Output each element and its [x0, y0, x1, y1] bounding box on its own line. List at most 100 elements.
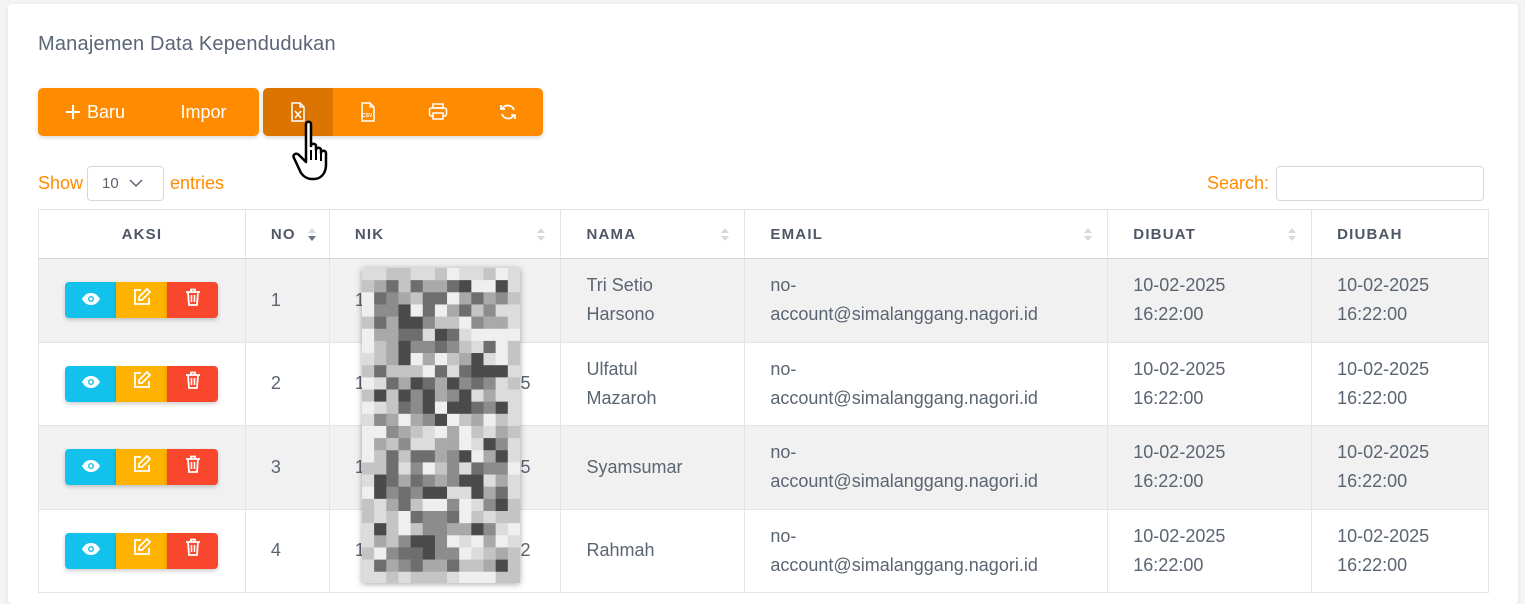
- sort-icon: [720, 224, 730, 244]
- created-cell: 10-02-2025 16:22:00: [1107, 425, 1313, 510]
- nama-cell: Syamsumar: [560, 425, 746, 510]
- edit-icon: [133, 369, 152, 398]
- updated-time: 16:22:00: [1337, 304, 1408, 325]
- edit-button[interactable]: [116, 282, 168, 319]
- add-new-label: Baru: [86, 101, 126, 122]
- trash-icon: [185, 369, 201, 398]
- print-button[interactable]: [403, 88, 473, 136]
- view-button[interactable]: [65, 365, 117, 402]
- created-time: 16:22:00: [1133, 304, 1204, 325]
- print-icon: [428, 103, 448, 121]
- email-cell: no-account@simalanggang.nagori.id: [744, 508, 1109, 593]
- table-row: 4 12 Rahmah no-account@simalanggang.nago…: [38, 508, 1489, 593]
- email-line: account@simalanggang.nagori.id: [770, 554, 1038, 575]
- sort-desc-icon: [307, 224, 317, 244]
- page-title: Manajemen Data Kependudukan: [38, 33, 336, 55]
- view-button[interactable]: [65, 532, 117, 569]
- nama-cell: Tri Setio Harsono: [560, 258, 746, 343]
- nik-tail: 5: [520, 456, 531, 477]
- updated-date: 10-02-2025: [1337, 275, 1430, 296]
- email-cell: no-account@simalanggang.nagori.id: [744, 258, 1109, 343]
- trash-icon: [185, 453, 201, 482]
- created-date: 10-02-2025: [1133, 358, 1226, 379]
- updated-cell: 10-02-2025 16:22:00: [1311, 508, 1489, 593]
- updated-date: 10-02-2025: [1337, 442, 1430, 463]
- trash-icon: [185, 536, 201, 565]
- search-input[interactable]: [1276, 166, 1485, 201]
- row-number: 1: [244, 258, 330, 343]
- sort-icon: [1287, 224, 1297, 244]
- column-header-no[interactable]: NO: [244, 209, 330, 259]
- search-label: Search:: [1207, 173, 1270, 193]
- row-actions: [39, 365, 245, 402]
- import-button[interactable]: Impor: [148, 88, 259, 136]
- toolbar: Baru Impor CSV: [38, 88, 543, 136]
- nama-line: Tri Setio: [586, 275, 653, 296]
- updated-time: 16:22:00: [1337, 471, 1408, 492]
- delete-button[interactable]: [167, 532, 219, 569]
- export-csv-button[interactable]: CSV: [333, 88, 403, 136]
- table-row: 1 1 Tri Setio Harsono no-account@simalang…: [38, 258, 1489, 343]
- view-button[interactable]: [65, 282, 117, 319]
- refresh-icon: [499, 103, 517, 121]
- nama-line: Mazaroh: [586, 387, 657, 408]
- edit-button[interactable]: [116, 532, 168, 569]
- column-header-nik[interactable]: NIK: [328, 209, 562, 259]
- delete-button[interactable]: [167, 449, 219, 486]
- eye-icon: [81, 453, 101, 482]
- created-time: 16:22:00: [1133, 471, 1204, 492]
- updated-date: 10-02-2025: [1337, 525, 1430, 546]
- table-row: 2 15 Ulfatul Mazaroh no-account@simalangg…: [38, 341, 1489, 426]
- actions-cell: [38, 258, 246, 343]
- nama-cell: Rahmah: [560, 508, 746, 593]
- edit-icon: [133, 286, 152, 315]
- updated-time: 16:22:00: [1337, 387, 1408, 408]
- table-header-row: AKSI NO NIK NAMA EMAIL DIBUAT DIUBAH: [38, 209, 1489, 259]
- hand-pointer-cursor-icon: [292, 120, 342, 182]
- row-actions: [39, 532, 245, 569]
- column-header-diubah[interactable]: DIUBAH: [1311, 209, 1489, 259]
- delete-button[interactable]: [167, 365, 219, 402]
- page-length-select[interactable]: 10: [87, 166, 165, 201]
- eye-icon: [81, 286, 101, 315]
- view-button[interactable]: [65, 449, 117, 486]
- email-line: no-: [770, 275, 797, 296]
- search-control: Search:: [1207, 166, 1485, 201]
- created-date: 10-02-2025: [1133, 442, 1226, 463]
- created-time: 16:22:00: [1133, 554, 1204, 575]
- sort-icon: [536, 224, 546, 244]
- nama-line: Rahmah: [586, 540, 655, 561]
- email-line: account@simalanggang.nagori.id: [770, 304, 1038, 325]
- delete-button[interactable]: [167, 282, 219, 319]
- add-new-button[interactable]: Baru: [38, 88, 148, 136]
- redaction-mosaic: [362, 268, 520, 583]
- data-table: AKSI NO NIK NAMA EMAIL DIBUAT DIUBAH 1 1…: [38, 209, 1489, 593]
- column-header-nama[interactable]: NAMA: [560, 209, 746, 259]
- column-header-no-label: NO: [270, 225, 296, 243]
- csv-file-icon: CSV: [359, 102, 377, 122]
- created-cell: 10-02-2025 16:22:00: [1107, 508, 1313, 593]
- column-header-dibuat[interactable]: DIBUAT: [1107, 209, 1313, 259]
- edit-button[interactable]: [116, 449, 168, 486]
- edit-button[interactable]: [116, 365, 168, 402]
- created-time: 16:22:00: [1133, 387, 1204, 408]
- column-header-email[interactable]: EMAIL: [744, 209, 1109, 259]
- nama-line: Ulfatul: [586, 358, 638, 379]
- updated-date: 10-02-2025: [1337, 358, 1430, 379]
- created-cell: 10-02-2025 16:22:00: [1107, 341, 1313, 426]
- actions-cell: [38, 341, 246, 426]
- email-line: account@simalanggang.nagori.id: [770, 471, 1038, 492]
- refresh-button[interactable]: [473, 88, 543, 136]
- excel-file-icon: [290, 102, 306, 122]
- table-row: 3 15 Syamsumar no-account@simalanggang.n…: [38, 425, 1489, 510]
- column-header-nik-label: NIK: [354, 225, 385, 243]
- email-cell: no-account@simalanggang.nagori.id: [744, 341, 1109, 426]
- eye-icon: [81, 369, 101, 398]
- updated-cell: 10-02-2025 16:22:00: [1311, 425, 1489, 510]
- row-number: 2: [244, 341, 330, 426]
- nama-line: Harsono: [586, 304, 655, 325]
- column-header-aksi: AKSI: [38, 209, 246, 259]
- sort-icon: [1083, 224, 1093, 244]
- plus-icon: [65, 104, 81, 120]
- primary-button-group: Baru Impor: [38, 88, 259, 136]
